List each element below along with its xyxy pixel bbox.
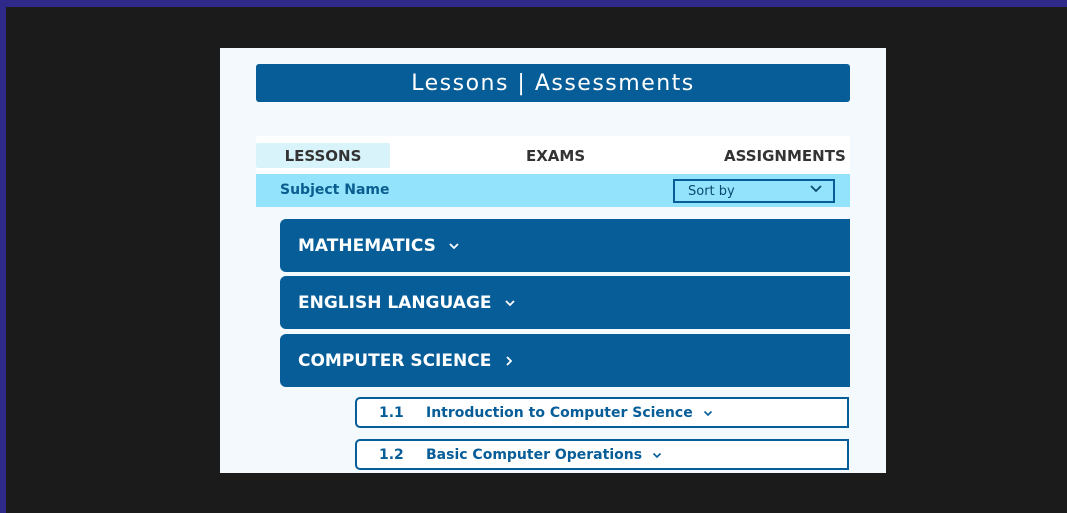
subject-label: ENGLISH LANGUAGE xyxy=(298,292,492,313)
lesson-number: 1.1 xyxy=(379,404,404,421)
subject-row-computer-science[interactable]: COMPUTER SCIENCE xyxy=(280,334,850,387)
chevron-down-icon xyxy=(449,242,459,249)
chevron-down-icon xyxy=(652,452,662,458)
tab-lessons[interactable]: LESSONS xyxy=(256,143,390,168)
tab-exams[interactable]: EXAMS xyxy=(526,143,585,168)
lesson-title: Introduction to Computer Science xyxy=(426,404,693,421)
chevron-down-icon xyxy=(504,299,515,306)
tab-assignments[interactable]: ASSIGNMENTS xyxy=(724,143,846,168)
subject-label: MATHEMATICS xyxy=(298,235,436,256)
lesson-title: Basic Computer Operations xyxy=(426,446,643,463)
chevron-down-icon xyxy=(703,410,712,416)
sort-by-value: Sort by xyxy=(688,183,735,199)
sort-by-select[interactable]: Sort by xyxy=(673,179,835,203)
lesson-row[interactable]: 1.2 Basic Computer Operations xyxy=(355,439,849,470)
frame-border-left xyxy=(0,0,6,513)
lessons-panel: Lessons | Assessments LESSONS EXAMS ASSI… xyxy=(220,48,886,473)
subject-row-english-language[interactable]: ENGLISH LANGUAGE xyxy=(280,276,850,329)
page-title: Lessons | Assessments xyxy=(256,64,850,102)
tab-bar: LESSONS EXAMS ASSIGNMENTS xyxy=(256,136,850,174)
lesson-title-wrap: Introduction to Computer Science xyxy=(426,405,713,421)
subject-label: COMPUTER SCIENCE xyxy=(298,350,492,371)
lesson-row[interactable]: 1.1 Introduction to Computer Science xyxy=(355,397,849,428)
lesson-number: 1.2 xyxy=(379,446,404,463)
chevron-down-icon xyxy=(810,185,822,193)
filter-bar: Subject Name Sort by xyxy=(256,174,850,207)
subject-row-mathematics[interactable]: MATHEMATICS xyxy=(280,219,850,272)
lesson-title-wrap: Basic Computer Operations xyxy=(426,447,662,463)
chevron-right-icon xyxy=(506,355,513,366)
frame-border-top xyxy=(0,0,1067,7)
subject-name-label: Subject Name xyxy=(280,182,390,198)
